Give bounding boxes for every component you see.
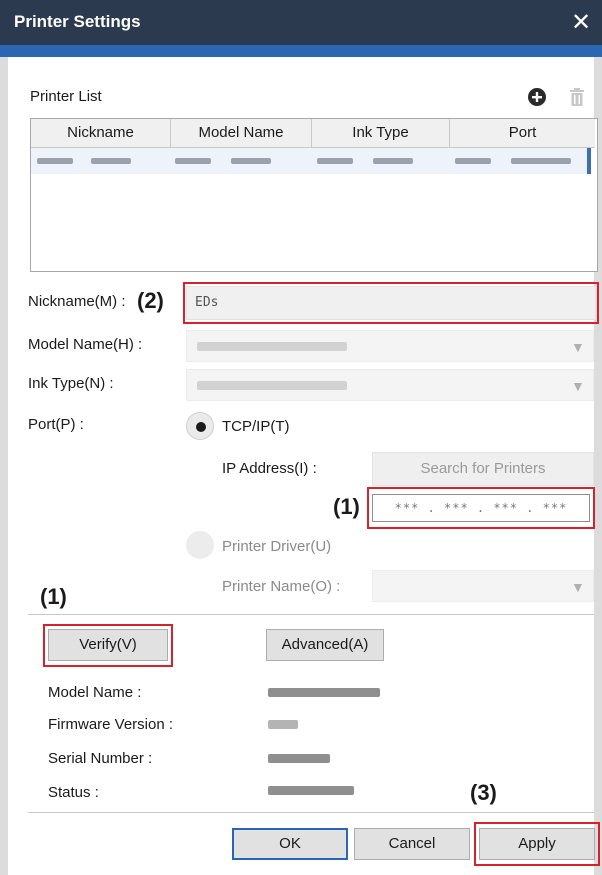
redacted-cell [455,158,491,164]
nickname-label: Nickname(M) : [28,293,126,310]
divider [28,614,594,615]
cancel-button[interactable]: Cancel [354,828,470,860]
window-title: Printer Settings [14,12,141,31]
redacted-cell [373,158,413,164]
ip-address-input[interactable]: *** . *** . *** . *** [372,494,590,522]
redacted-serial [268,754,330,763]
column-header-ink-type[interactable]: Ink Type [312,119,450,147]
printer-list-header: Nickname Model Name Ink Type Port [31,119,595,148]
nickname-input[interactable]: EDs [186,286,596,320]
close-icon[interactable]: ✕ [566,8,596,38]
redacted-value [197,381,347,390]
redacted-firmware [268,720,298,729]
ink-type-label: Ink Type(N) : [28,375,114,392]
list-scrollbar[interactable] [587,148,591,174]
redacted-value [197,342,347,351]
firmware-version-label: Firmware Version : [48,716,174,733]
plus-circle-icon[interactable] [526,86,548,108]
ink-type-select[interactable]: ▼ [186,369,594,401]
verify-button[interactable]: Verify(V) [48,629,168,661]
redacted-cell [231,158,271,164]
status-label: Status : [48,784,99,801]
chevron-down-icon: ▼ [571,579,585,595]
column-header-port[interactable]: Port [450,119,595,147]
redacted-cell [37,158,73,164]
port-label: Port(P) : [28,416,84,433]
apply-button[interactable]: Apply [479,828,595,860]
printer-name-select[interactable]: ▼ [372,570,594,602]
redacted-model-name [268,688,380,697]
chevron-down-icon: ▼ [571,378,585,394]
footer-divider [28,812,594,813]
ok-button[interactable]: OK [232,828,348,860]
tcpip-label: TCP/IP(T) [222,418,290,435]
window-frame-left [0,57,8,875]
callout-3: (3) [470,780,497,805]
model-name-label: Model Name(H) : [28,336,143,353]
model-name-select[interactable]: ▼ [186,330,594,362]
callout-1-verify: (1) [40,584,67,609]
redacted-cell [511,158,571,164]
callout-2: (2) [137,288,164,313]
search-printers-button[interactable]: Search for Printers [372,452,594,486]
column-header-nickname[interactable]: Nickname [31,119,171,147]
redacted-status [268,786,354,795]
redacted-cell [91,158,131,164]
ip-address-label: IP Address(I) : [222,460,317,477]
column-header-model-name[interactable]: Model Name [171,119,312,147]
accent-bar [0,45,602,57]
table-row[interactable] [31,148,587,174]
redacted-cell [317,158,353,164]
printer-name-label: Printer Name(O) : [222,578,341,595]
printer-driver-radio[interactable] [186,531,214,559]
redacted-cell [175,158,211,164]
chevron-down-icon: ▼ [571,339,585,355]
nickname-value: EDs [195,295,219,310]
tcpip-radio[interactable] [186,412,214,440]
serial-number-label: Serial Number : [48,750,153,767]
printer-list-label: Printer List [30,88,102,105]
result-model-name-label: Model Name : [48,684,142,701]
advanced-button[interactable]: Advanced(A) [266,629,384,661]
callout-1-ip: (1) [333,494,360,519]
printer-driver-label: Printer Driver(U) [222,538,332,555]
trash-icon [566,86,588,108]
